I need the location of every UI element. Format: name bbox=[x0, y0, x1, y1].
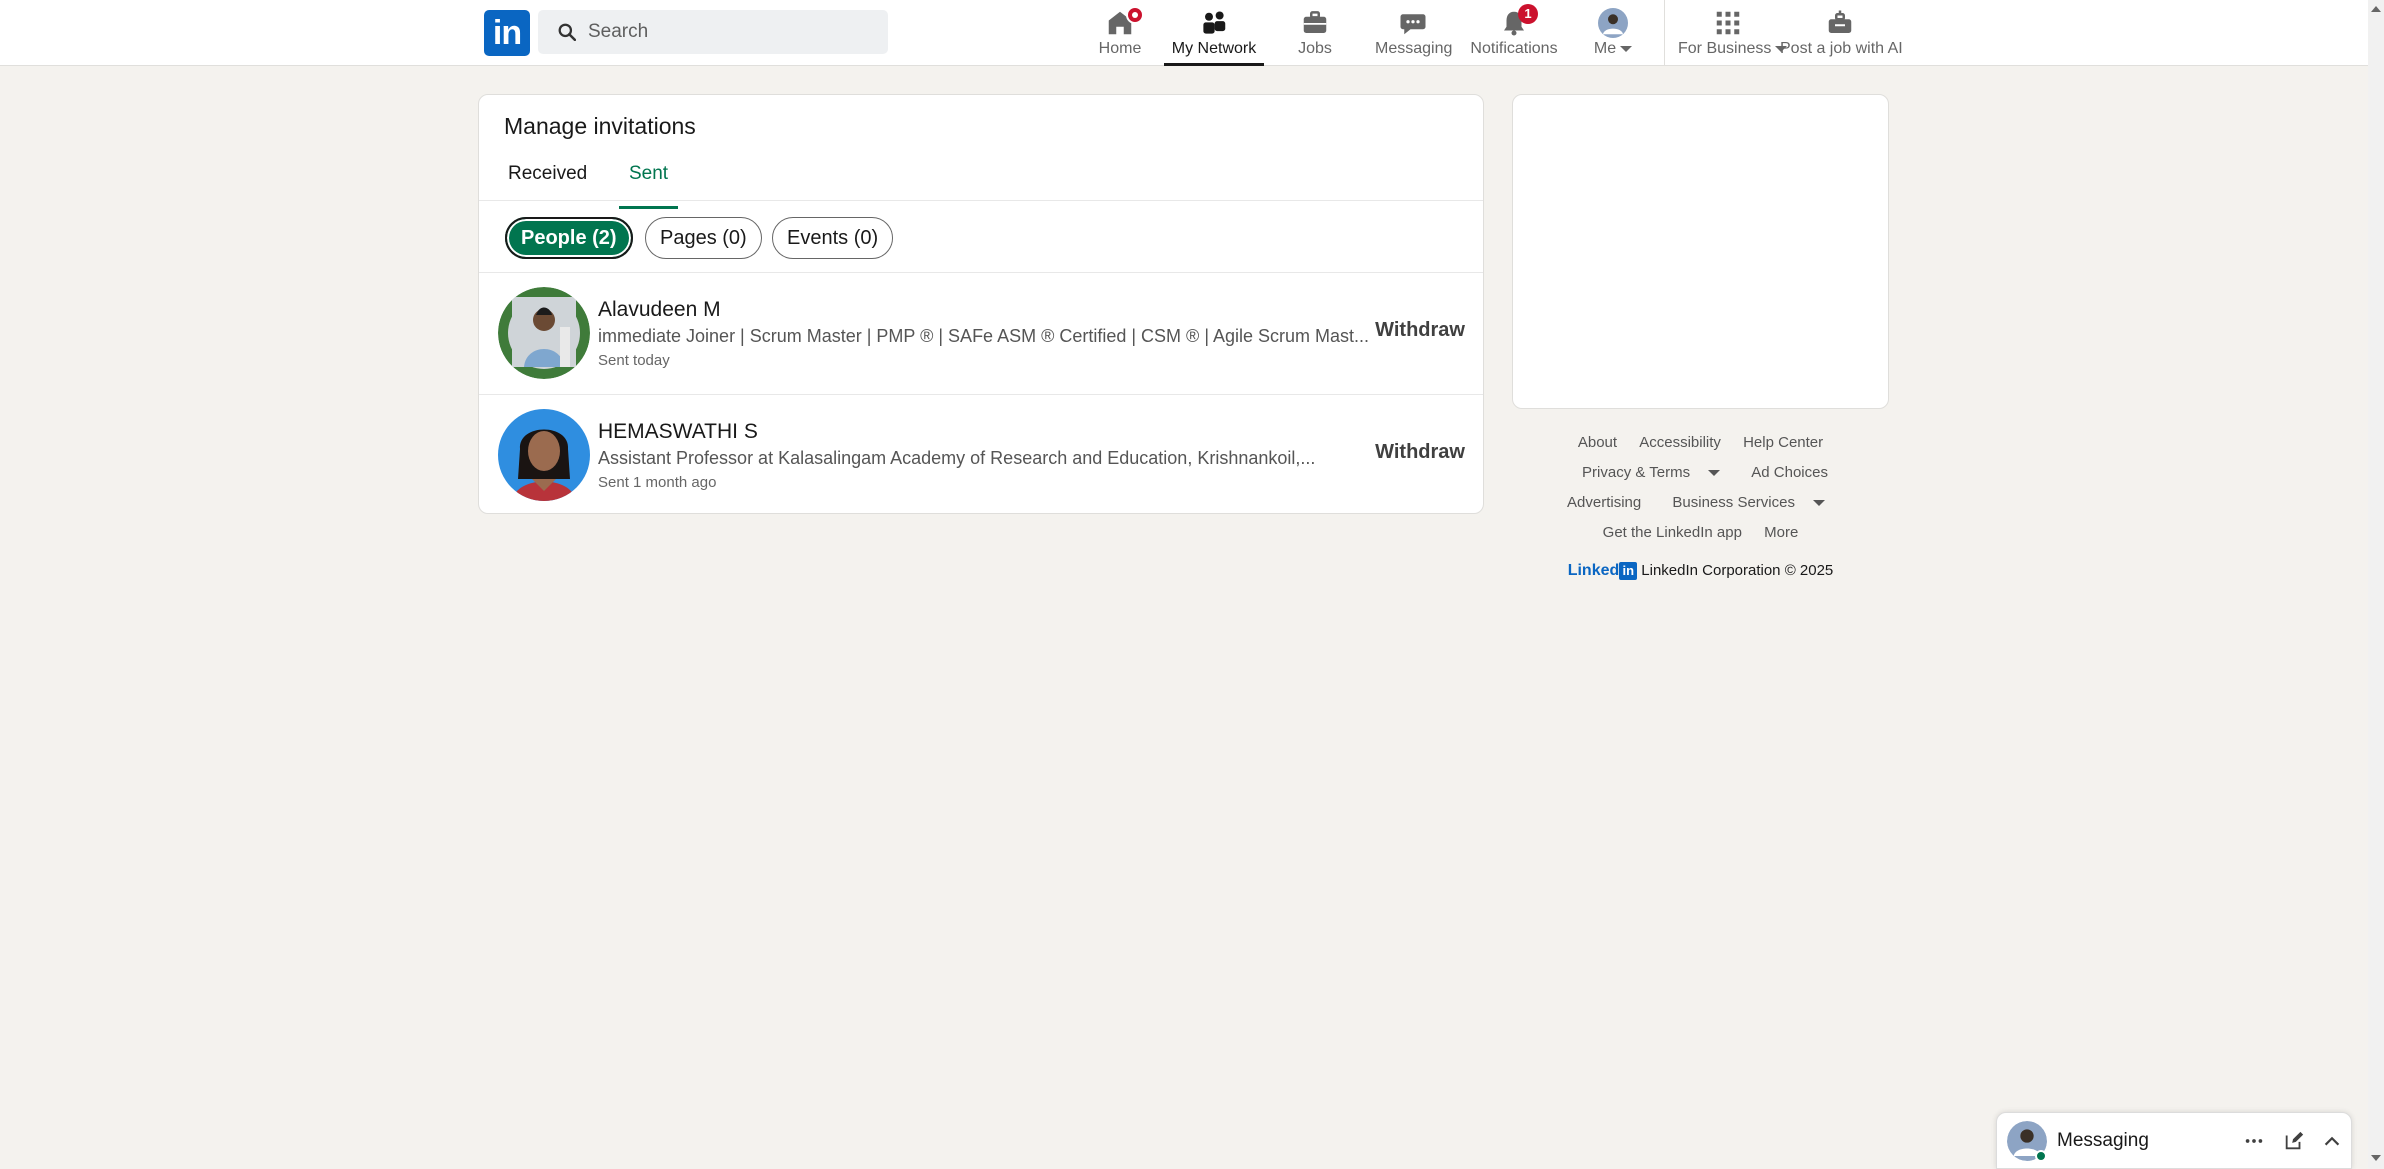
avatar[interactable] bbox=[498, 287, 590, 379]
more-options-icon[interactable] bbox=[2243, 1130, 2265, 1152]
avatar[interactable] bbox=[498, 409, 590, 501]
nav-jobs[interactable]: Jobs bbox=[1290, 0, 1340, 66]
messaging-dock[interactable]: Messaging bbox=[1996, 1112, 2352, 1169]
invitee-headline: Assistant Professor at Kalasalingam Acad… bbox=[598, 448, 1316, 468]
nav-me[interactable]: Me bbox=[1585, 0, 1641, 66]
online-status-indicator bbox=[2035, 1150, 2047, 1162]
invitation-row: HEMASWATHI S Assistant Professor at Kala… bbox=[479, 395, 1485, 517]
nav-jobs-label: Jobs bbox=[1298, 40, 1332, 57]
sent-time: Sent today bbox=[598, 352, 670, 369]
filter-people-button[interactable]: People (2) bbox=[505, 217, 633, 259]
jobs-icon bbox=[1303, 11, 1327, 33]
footer-link-business-services[interactable]: Business Services bbox=[1663, 494, 1834, 511]
footer-link-ad-choices[interactable]: Ad Choices bbox=[1751, 464, 1828, 481]
nav-for-business-label: For Business bbox=[1678, 40, 1788, 58]
avatar bbox=[1598, 8, 1628, 38]
invitee-name[interactable]: HEMASWATHI S bbox=[598, 420, 758, 444]
nav-me-label: Me bbox=[1585, 40, 1641, 58]
linkedin-logo-small: in bbox=[1619, 562, 1638, 580]
footer: About Accessibility Help Center Privacy … bbox=[1512, 432, 1889, 580]
compose-message-icon[interactable] bbox=[2283, 1130, 2305, 1152]
linkedin-wordmark: Linked bbox=[1567, 562, 1620, 579]
profile-photo-alavudeen bbox=[498, 287, 590, 379]
nav-post-job-label: Post a job with AI bbox=[1780, 40, 1903, 57]
footer-link-privacy-terms[interactable]: Privacy & Terms bbox=[1573, 464, 1729, 481]
tabs-divider bbox=[479, 200, 1483, 201]
nav-messaging[interactable]: Messaging bbox=[1375, 0, 1453, 66]
search-box[interactable] bbox=[538, 10, 888, 54]
my-network-icon bbox=[1203, 11, 1226, 34]
linkedin-logo[interactable]: in bbox=[484, 10, 530, 56]
nav-for-business[interactable]: For Business bbox=[1678, 0, 1788, 66]
scroll-up-arrow-icon[interactable] bbox=[2371, 6, 2381, 12]
nav-messaging-label: Messaging bbox=[1375, 40, 1453, 57]
invitee-name[interactable]: Alavudeen M bbox=[598, 298, 721, 322]
chevron-down-icon bbox=[1620, 45, 1633, 52]
nav-home[interactable]: Home bbox=[1090, 0, 1150, 66]
manage-invitations-card: Manage invitations Received Sent People … bbox=[478, 94, 1484, 514]
chevron-down-icon bbox=[1708, 470, 1721, 477]
tab-received[interactable]: Received bbox=[508, 163, 587, 201]
footer-link-get-app[interactable]: Get the LinkedIn app bbox=[1603, 524, 1742, 541]
invitation-row: Alavudeen M immediate Joiner | Scrum Mas… bbox=[479, 273, 1485, 395]
profile-photo-hemaswathi bbox=[498, 409, 590, 501]
nav-my-network[interactable]: My Network bbox=[1164, 0, 1264, 66]
nav-divider bbox=[1664, 0, 1665, 66]
post-job-icon bbox=[1828, 10, 1852, 33]
withdraw-button[interactable]: Withdraw bbox=[1375, 319, 1465, 342]
sent-time: Sent 1 month ago bbox=[598, 474, 717, 491]
filter-pages-button[interactable]: Pages (0) bbox=[645, 217, 762, 259]
withdraw-button[interactable]: Withdraw bbox=[1375, 441, 1465, 464]
nav-my-network-label: My Network bbox=[1171, 40, 1257, 57]
copyright-text: LinkedIn Corporation © 2025 bbox=[1641, 562, 1834, 579]
scroll-down-arrow-icon[interactable] bbox=[2371, 1155, 2381, 1161]
footer-link-about[interactable]: About bbox=[1578, 434, 1617, 451]
footer-link-advertising[interactable]: Advertising bbox=[1567, 494, 1641, 511]
footer-link-help-center[interactable]: Help Center bbox=[1743, 434, 1823, 451]
footer-link-more[interactable]: More bbox=[1764, 524, 1798, 541]
page-scrollbar[interactable] bbox=[2368, 0, 2384, 1169]
chevron-down-icon bbox=[1812, 500, 1825, 507]
footer-link-accessibility[interactable]: Accessibility bbox=[1639, 434, 1721, 451]
nav-notifications[interactable]: 1 Notifications bbox=[1470, 0, 1558, 66]
search-icon bbox=[558, 23, 576, 41]
footer-copyright: Linked in LinkedIn Corporation © 2025 bbox=[1512, 562, 1889, 580]
grid-icon bbox=[1716, 11, 1740, 35]
messaging-dock-label: Messaging bbox=[2057, 1130, 2149, 1151]
notifications-count-badge: 1 bbox=[1518, 4, 1538, 24]
tab-sent[interactable]: Sent bbox=[618, 163, 679, 209]
filter-events-button[interactable]: Events (0) bbox=[772, 217, 894, 259]
page-title: Manage invitations bbox=[504, 113, 696, 139]
home-activity-badge bbox=[1126, 6, 1144, 24]
top-navigation-bar: in Home My Network Jobs Messaging 1 Noti… bbox=[0, 0, 2368, 66]
invitee-headline: immediate Joiner | Scrum Master | PMP ® … bbox=[598, 326, 1370, 346]
chevron-up-icon[interactable] bbox=[2321, 1130, 2343, 1152]
nav-post-job[interactable]: Post a job with AI bbox=[1780, 0, 1903, 66]
nav-notifications-label: Notifications bbox=[1470, 40, 1558, 57]
messaging-icon bbox=[1400, 14, 1426, 35]
search-input[interactable] bbox=[588, 10, 878, 54]
nav-home-label: Home bbox=[1098, 40, 1142, 57]
ad-placeholder-card bbox=[1512, 94, 1889, 409]
